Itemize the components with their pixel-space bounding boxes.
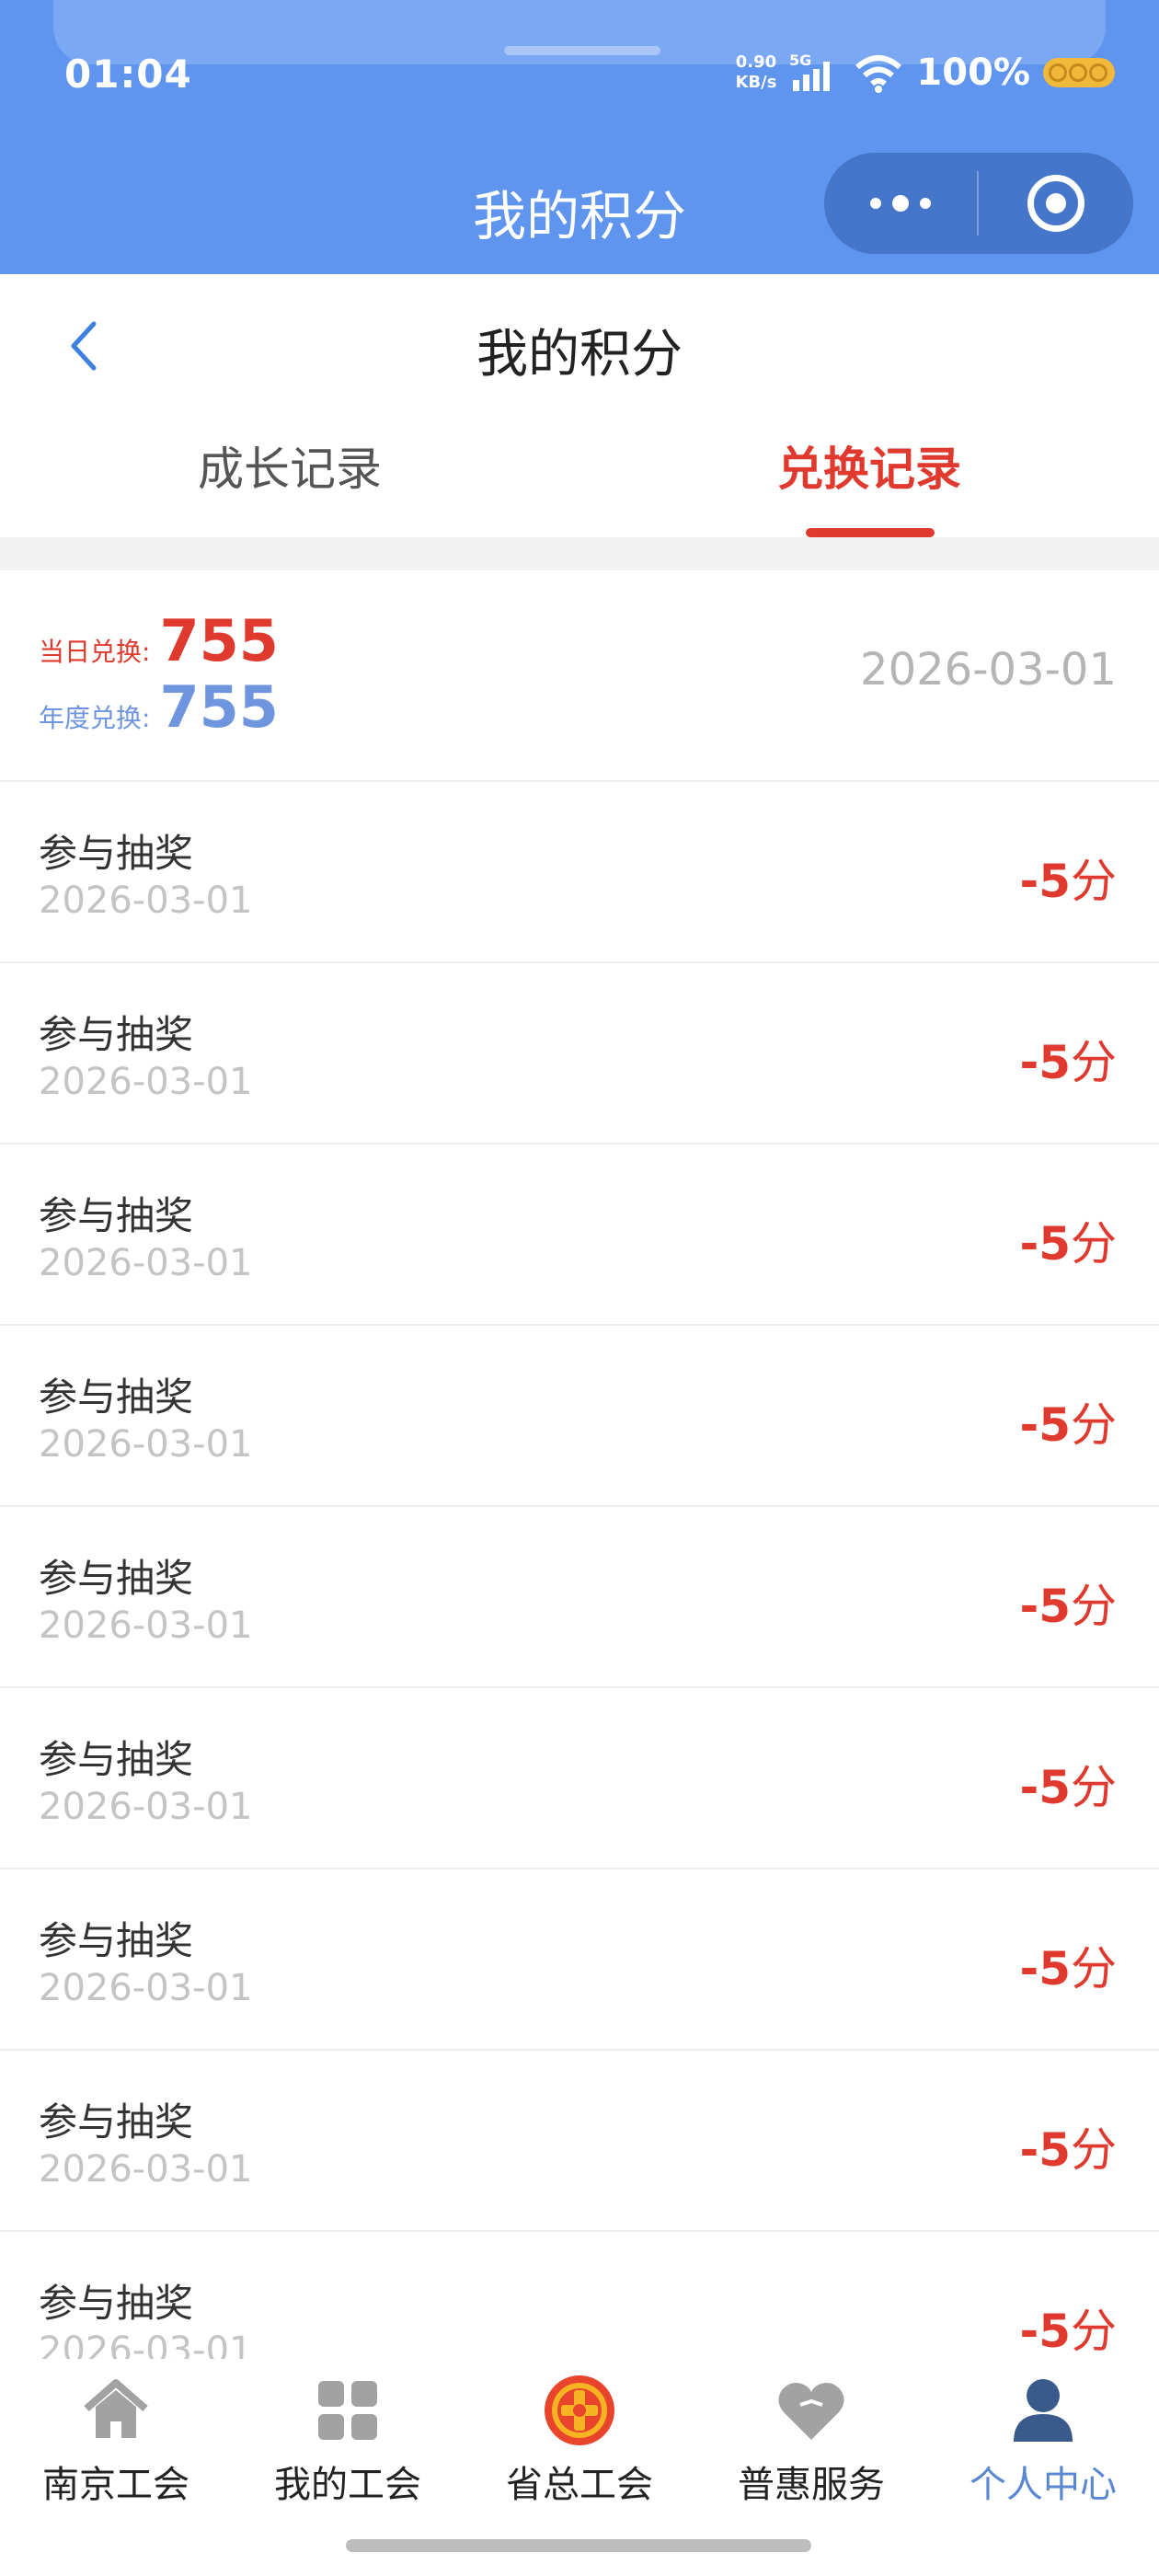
record-title: 参与抽奖 <box>39 2281 194 2326</box>
record-date: 2026-03-01 <box>39 1967 253 2009</box>
yearly-exchange-label: 年度兑换: <box>39 703 151 733</box>
daily-exchange: 当日兑换: 755 <box>39 607 279 674</box>
active-tab-indicator <box>806 528 935 537</box>
list-item: 参与抽奖 2026-03-01 -5分 <box>0 1869 1159 2051</box>
tabbar-item-personal-center[interactable]: 个人中心 <box>927 2359 1159 2543</box>
record-title: 参与抽奖 <box>39 831 194 876</box>
record-title: 参与抽奖 <box>39 1918 194 1963</box>
network-speed: 0.90 KB/s <box>735 52 777 92</box>
more-dots-icon[interactable] <box>824 153 977 254</box>
svg-text:5G: 5G <box>789 52 811 69</box>
list-item: 参与抽奖 2026-03-01 -5分 <box>0 2232 1159 2359</box>
yearly-exchange: 年度兑换: 755 <box>39 673 279 741</box>
tabbar-item-nanjing-union[interactable]: 南京工会 <box>0 2359 232 2543</box>
heart-icon <box>778 2383 844 2440</box>
battery-icon <box>1043 58 1115 87</box>
record-date: 2026-03-01 <box>39 1786 253 1828</box>
record-title: 参与抽奖 <box>39 1374 194 1420</box>
exchange-record-list[interactable]: 参与抽奖 2026-03-01 -5分 参与抽奖 2026-03-01 -5分 … <box>0 782 1159 2359</box>
section-divider <box>0 537 1159 570</box>
record-points: -5分 <box>1019 1217 1117 1271</box>
record-date: 2026-03-01 <box>39 1423 253 1466</box>
page-title: 我的积分 <box>476 325 683 385</box>
record-date: 2026-03-01 <box>39 1061 253 1103</box>
miniprogram-capsule <box>824 153 1133 254</box>
tabbar-item-provincial-union[interactable]: 省总工会 <box>464 2359 695 2543</box>
record-points: -5分 <box>1019 1942 1117 1995</box>
daily-exchange-value: 755 <box>159 607 279 674</box>
record-date: 2026-03-01 <box>39 880 253 922</box>
exchange-summary: 当日兑换: 755 年度兑换: 755 2026-03-01 <box>0 570 1159 782</box>
list-item: 参与抽奖 2026-03-01 -5分 <box>0 1326 1159 1507</box>
record-title: 参与抽奖 <box>39 1012 194 1057</box>
tab-exchange-records[interactable]: 兑换记录 <box>580 432 1159 499</box>
summary-date: 2026-03-01 <box>860 644 1117 696</box>
union-emblem-icon <box>545 2375 614 2445</box>
tabbar-item-my-union[interactable]: 我的工会 <box>232 2359 464 2543</box>
record-points: -5分 <box>1019 1580 1117 1633</box>
tabbar-item-benefit-service[interactable]: 普惠服务 <box>695 2359 927 2543</box>
record-date: 2026-03-01 <box>39 2148 253 2191</box>
home-icon <box>84 2379 148 2438</box>
list-item: 参与抽奖 2026-03-01 -5分 <box>0 1688 1159 1869</box>
tabbar-label: 我的工会 <box>274 2464 421 2506</box>
page-nav-bar: 我的积分 <box>0 274 1159 421</box>
yearly-exchange-value: 755 <box>159 673 279 741</box>
tabbar-label: 南京工会 <box>42 2464 189 2506</box>
status-icons: 0.90 KB/s 5G 100% <box>735 52 1115 94</box>
record-date: 2026-03-01 <box>39 2329 253 2359</box>
record-date: 2026-03-01 <box>39 1242 253 1284</box>
home-indicator[interactable] <box>346 2539 811 2552</box>
list-item: 参与抽奖 2026-03-01 -5分 <box>0 782 1159 963</box>
record-tabs: 成长记录 兑换记录 <box>0 421 1159 537</box>
record-points: -5分 <box>1019 1398 1117 1452</box>
record-date: 2026-03-01 <box>39 1604 253 1647</box>
record-title: 参与抽奖 <box>39 2099 194 2145</box>
record-title: 参与抽奖 <box>39 1737 194 1782</box>
record-points: -5分 <box>1019 2123 1117 2177</box>
record-points: -5分 <box>1019 855 1117 908</box>
list-item: 参与抽奖 2026-03-01 -5分 <box>0 2051 1159 2232</box>
list-item: 参与抽奖 2026-03-01 -5分 <box>0 963 1159 1144</box>
person-icon <box>1014 2379 1073 2442</box>
tabbar-label: 省总工会 <box>506 2464 653 2506</box>
tab-growth-records[interactable]: 成长记录 <box>0 432 580 499</box>
record-title: 参与抽奖 <box>39 1556 194 1601</box>
list-item: 参与抽奖 2026-03-01 -5分 <box>0 1144 1159 1326</box>
record-points: -5分 <box>1019 1036 1117 1089</box>
record-points: -5分 <box>1019 2305 1117 2358</box>
wifi-icon <box>855 55 902 93</box>
record-title: 参与抽奖 <box>39 1193 194 1238</box>
cellular-signal-icon: 5G <box>789 52 831 91</box>
tabbar-label: 个人中心 <box>970 2464 1117 2506</box>
grid-icon <box>318 2381 377 2440</box>
record-points: -5分 <box>1019 1761 1117 1814</box>
battery-percent: 100% <box>916 52 1030 94</box>
list-item: 参与抽奖 2026-03-01 -5分 <box>0 1507 1159 1688</box>
daily-exchange-label: 当日兑换: <box>39 637 151 667</box>
status-time: 01:04 <box>64 52 192 97</box>
tabbar-label: 普惠服务 <box>738 2464 885 2506</box>
target-close-icon[interactable] <box>979 153 1133 254</box>
